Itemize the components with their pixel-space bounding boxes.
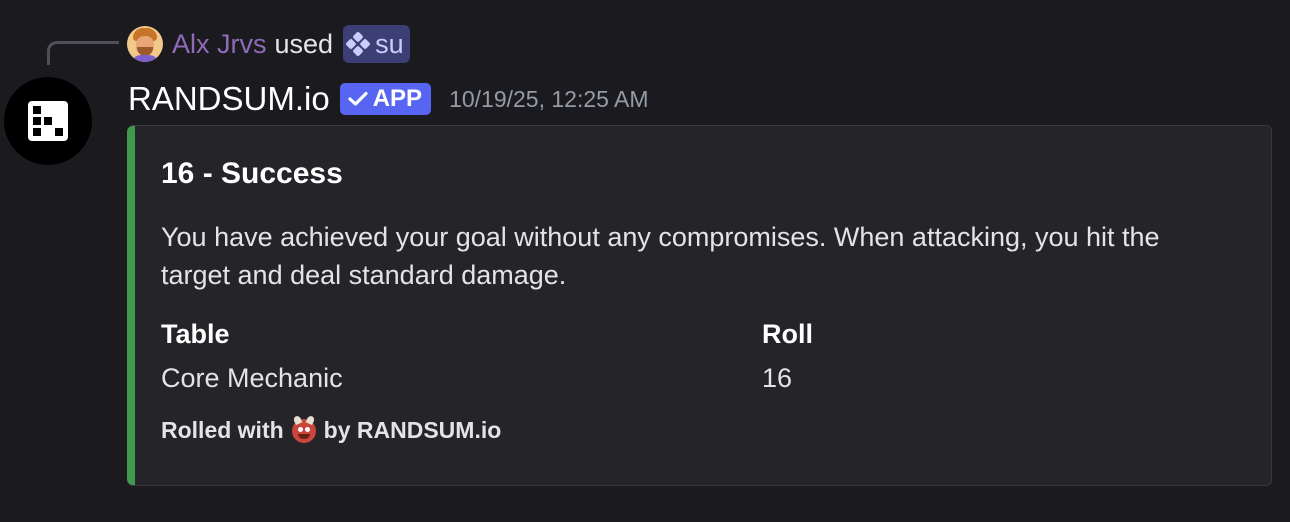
embed-description: You have achieved your goal without any …: [161, 222, 1160, 290]
command-icon: [345, 31, 371, 57]
message-header: RANDSUM.io APP 10/19/25, 12:25 AM: [128, 78, 649, 120]
result-embed: 16 - Success You have achieved your goal…: [127, 125, 1272, 486]
footer-suffix: by RANDSUM.io: [323, 417, 502, 443]
field-value: 16: [762, 363, 793, 393]
user-avatar[interactable]: [127, 26, 163, 62]
embed-accent-bar: [127, 126, 135, 485]
embed-title: 16 - Success: [161, 157, 343, 190]
field-name: Table: [161, 319, 230, 349]
chat-message: Alx Jrvs used su RANDSUM.io APP 10/19/25…: [0, 0, 1290, 522]
invoking-user-name[interactable]: Alx Jrvs: [172, 29, 267, 60]
command-invocation[interactable]: Alx Jrvs used su: [127, 25, 410, 63]
embed-footer: Rolled with by RANDSUM.io: [161, 414, 502, 444]
message-timestamp[interactable]: 10/19/25, 12:25 AM: [449, 86, 649, 113]
embed-field-table: Table Core Mechanic: [161, 316, 343, 396]
checkmark-icon: [348, 91, 368, 106]
command-name: su: [375, 28, 404, 59]
field-name: Roll: [762, 319, 813, 349]
bot-name[interactable]: RANDSUM.io: [128, 80, 330, 118]
app-badge-label: APP: [372, 85, 423, 112]
app-badge: APP: [339, 83, 432, 115]
field-value: Core Mechanic: [161, 363, 343, 393]
embed-field-roll: Roll 16: [762, 316, 813, 396]
footer-prefix: Rolled with: [161, 417, 284, 443]
bot-avatar[interactable]: [4, 77, 92, 165]
ogre-emoji-icon: [291, 414, 316, 443]
used-label: used: [274, 28, 334, 59]
dice-icon: [28, 101, 68, 141]
reply-spine: [47, 41, 119, 65]
command-chip[interactable]: su: [343, 25, 410, 63]
